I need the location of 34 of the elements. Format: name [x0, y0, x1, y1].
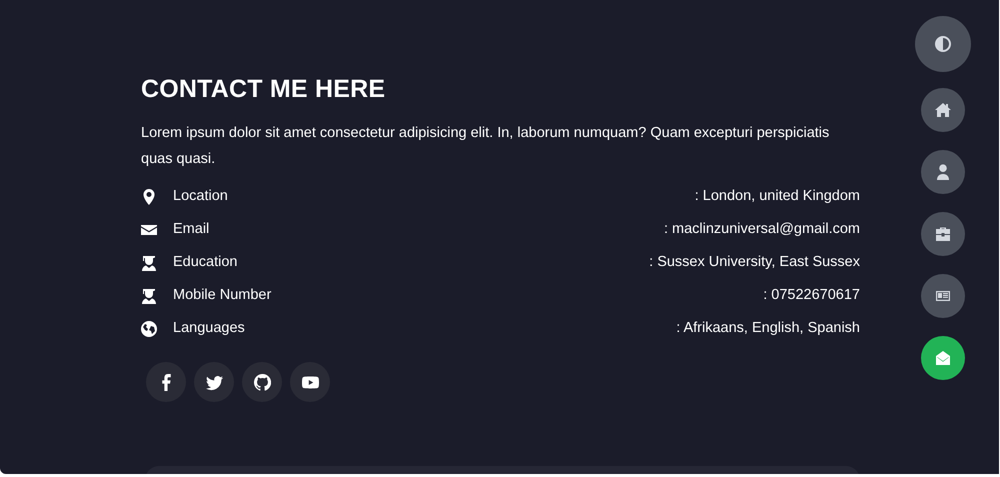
- contact-label: Location: [173, 186, 228, 206]
- home-icon: [935, 102, 951, 118]
- contact-value: : maclinzuniversal@gmail.com: [664, 220, 860, 239]
- nav-button[interactable]: [921, 336, 965, 380]
- nav-button[interactable]: [921, 88, 965, 132]
- section-title: CONTACT ME HERE: [141, 74, 386, 104]
- contact-value: : 07522670617: [763, 286, 860, 305]
- user-icon: [935, 164, 951, 180]
- newspaper-icon: [935, 288, 951, 304]
- twitter-bird-icon: [206, 374, 222, 390]
- contact-value: : Afrikaans, English, Spanish: [676, 318, 860, 338]
- graduate-icon: [141, 288, 157, 304]
- contact-label: Email: [173, 220, 210, 239]
- envelope-open-icon: [935, 350, 951, 366]
- nav-button[interactable]: [921, 274, 965, 318]
- location-pin-icon: [141, 188, 157, 204]
- github-icon: [254, 374, 270, 390]
- graduate-icon: [141, 254, 157, 270]
- social-button[interactable]: [146, 362, 186, 402]
- contrast-icon: [935, 36, 951, 52]
- social-button[interactable]: [290, 362, 330, 402]
- contact-label: Mobile Number: [173, 286, 272, 305]
- social-button[interactable]: [242, 362, 282, 402]
- intro-text: Lorem ipsum dolor sit amet consectetur adipisicing elit. In, laborum numquam? Quam excepturi perspiciatis quas quasi.: [141, 124, 830, 169]
- contact-label: Education: [173, 252, 238, 272]
- nav-button[interactable]: [921, 212, 965, 256]
- contact-value: : Sussex University, East Sussex: [649, 252, 860, 272]
- briefcase-icon: [935, 226, 951, 242]
- contact-value: : London, united Kingdom: [694, 186, 860, 206]
- social-button[interactable]: [194, 362, 234, 402]
- globe-icon: [141, 320, 157, 336]
- video-play-icon: [302, 374, 318, 390]
- contact-label: Languages: [173, 318, 245, 338]
- nav-button[interactable]: [921, 150, 965, 194]
